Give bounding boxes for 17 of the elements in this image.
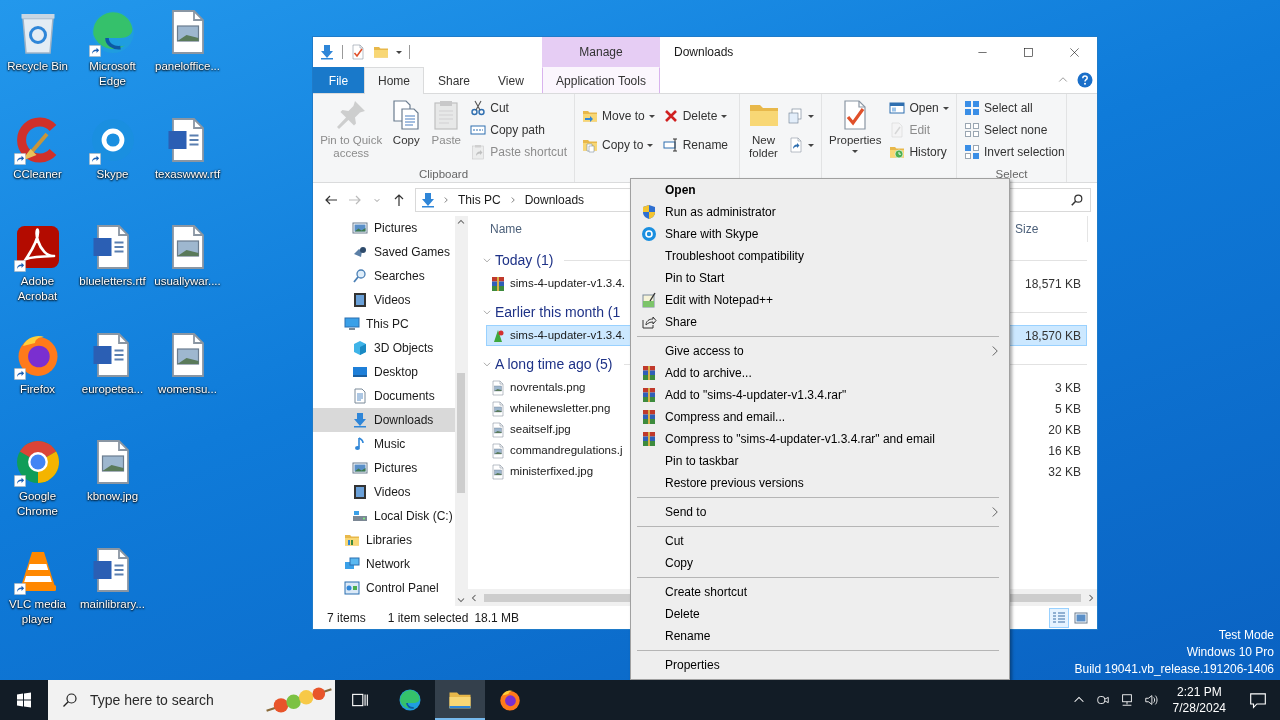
watermark-text: Windows 10 Pro	[1186, 644, 1274, 661]
status-text: 18.1 MB	[474, 609, 520, 627]
contextual-tab-header: Manage	[542, 37, 660, 67]
file-size: 5 KB	[1054, 400, 1082, 418]
file-size: 16 KB	[1047, 442, 1082, 460]
watermark-text: Test Mode	[1218, 627, 1274, 644]
file-size: 32 KB	[1047, 463, 1082, 481]
window-title: Downloads	[673, 44, 735, 61]
status-text: 7 items	[327, 609, 366, 627]
group-label: Select	[994, 167, 1029, 182]
file-size: 18,570 KB	[1023, 327, 1082, 345]
watermark-text: Build 19041.vb_release.191206-1406	[1074, 661, 1274, 678]
group-label: Clipboard	[417, 167, 470, 182]
file-size: 3 KB	[1054, 379, 1082, 397]
file-size: 20 KB	[1047, 421, 1082, 439]
file-size: 18,571 KB	[1023, 275, 1082, 293]
status-text: 1 item selected	[387, 609, 469, 627]
